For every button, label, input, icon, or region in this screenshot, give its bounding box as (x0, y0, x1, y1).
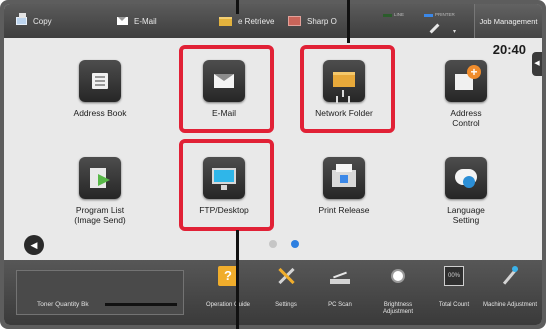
total-count-button[interactable]: 00% Total Count (426, 264, 482, 324)
address-control-icon (455, 65, 481, 90)
app-label: Program List (Image Send) (74, 205, 126, 225)
shortcut-label: Copy (33, 16, 52, 26)
toner-level-fill (105, 303, 177, 306)
line-label: LINE (394, 12, 405, 17)
address-control-tile (445, 60, 487, 102)
page-indicator-1[interactable] (269, 240, 277, 248)
app-label: Address Book (73, 108, 127, 118)
program-list-tile (79, 157, 121, 199)
app-label: Address Control (450, 108, 482, 128)
bottom-item-label: Operation Guide (205, 302, 251, 308)
toner-level-bar (105, 303, 177, 306)
shortcut-sharp-osa[interactable]: Sharp O (288, 4, 337, 38)
job-management-button[interactable]: Job Management (474, 4, 542, 38)
page-indicator-2[interactable] (291, 240, 299, 248)
bottom-item-label: Brightness Adjustment (382, 302, 413, 315)
sharp-osa-icon (288, 16, 301, 26)
shortcut-label: Sharp O (307, 16, 337, 26)
shortcut-label: e Retrieve (238, 16, 275, 26)
pc-scan-button[interactable]: PC Scan (312, 264, 368, 324)
shortcut-copy[interactable]: Copy (16, 4, 52, 38)
language-icon (455, 169, 477, 188)
callout-line-network-folder (347, 0, 350, 43)
line-led (383, 14, 392, 17)
app-address-book[interactable]: Address Book (52, 50, 148, 138)
bottom-item-label: PC Scan (328, 302, 352, 308)
print-release-tile (323, 157, 365, 199)
machine-adjustment-button[interactable]: Machine Adjustment (482, 264, 538, 324)
toner-label: Toner Quantity Bk (37, 301, 89, 308)
copy-icon (16, 13, 27, 25)
shortcut-label: E-Mail (134, 16, 157, 26)
brightness-icon (388, 266, 408, 286)
app-print-release[interactable]: Print Release (296, 147, 392, 235)
app-address-control[interactable]: Address Control (418, 50, 514, 138)
app-label: Language Setting (447, 205, 485, 225)
side-panel-tab[interactable]: ◀ (532, 52, 542, 76)
highlight-network-folder (300, 45, 395, 133)
top-bar: Copy E-Mail e Retrieve Sharp O LINE PRIN… (4, 4, 542, 38)
machine-adjust-icon (500, 266, 520, 286)
scanner-icon (330, 266, 350, 286)
caret-down-icon: ▾ (453, 29, 457, 35)
bottom-bar: Toner Quantity Bk Operation Guide Settin… (4, 260, 542, 325)
app-label: Print Release (318, 205, 370, 215)
highlight-ftp-desktop (179, 139, 274, 231)
pencil-icon[interactable] (429, 22, 441, 34)
folder-icon (219, 16, 232, 26)
printer-led (424, 14, 433, 17)
home-screen: Copy E-Mail e Retrieve Sharp O LINE PRIN… (4, 4, 542, 325)
shortcut-retrieve[interactable]: e Retrieve (219, 4, 274, 38)
tools-icon (276, 266, 296, 286)
app-program-list[interactable]: Program List (Image Send) (52, 147, 148, 235)
shortcut-email[interactable]: E-Mail (117, 4, 157, 38)
print-release-icon (332, 164, 356, 187)
highlight-email (179, 45, 274, 133)
status-indicators: LINE PRINTER ▾ (379, 8, 469, 35)
device-frame: Copy E-Mail e Retrieve Sharp O LINE PRIN… (0, 0, 546, 329)
operation-guide-button[interactable]: Operation Guide (200, 264, 256, 324)
printer-label: PRINTER (435, 12, 455, 17)
help-icon (218, 266, 238, 286)
toner-panel: Toner Quantity Bk (16, 270, 184, 315)
app-language-setting[interactable]: Language Setting (418, 147, 514, 235)
counter-icon: 00% (444, 266, 464, 286)
address-book-tile (79, 60, 121, 102)
callout-line-email (236, 0, 239, 14)
previous-page-button[interactable]: ◀ (24, 235, 44, 255)
settings-button[interactable]: Settings (258, 264, 314, 324)
language-tile (445, 157, 487, 199)
callout-line-ftp-desktop (236, 230, 239, 329)
bottom-item-label: Machine Adjustment (482, 302, 538, 308)
bottom-item-label: Settings (275, 302, 297, 308)
address-book-icon (92, 73, 108, 89)
bottom-item-label: Total Count (438, 302, 470, 308)
brightness-button[interactable]: Brightness Adjustment (370, 264, 426, 324)
program-list-icon (90, 168, 110, 188)
envelope-icon (117, 17, 128, 25)
